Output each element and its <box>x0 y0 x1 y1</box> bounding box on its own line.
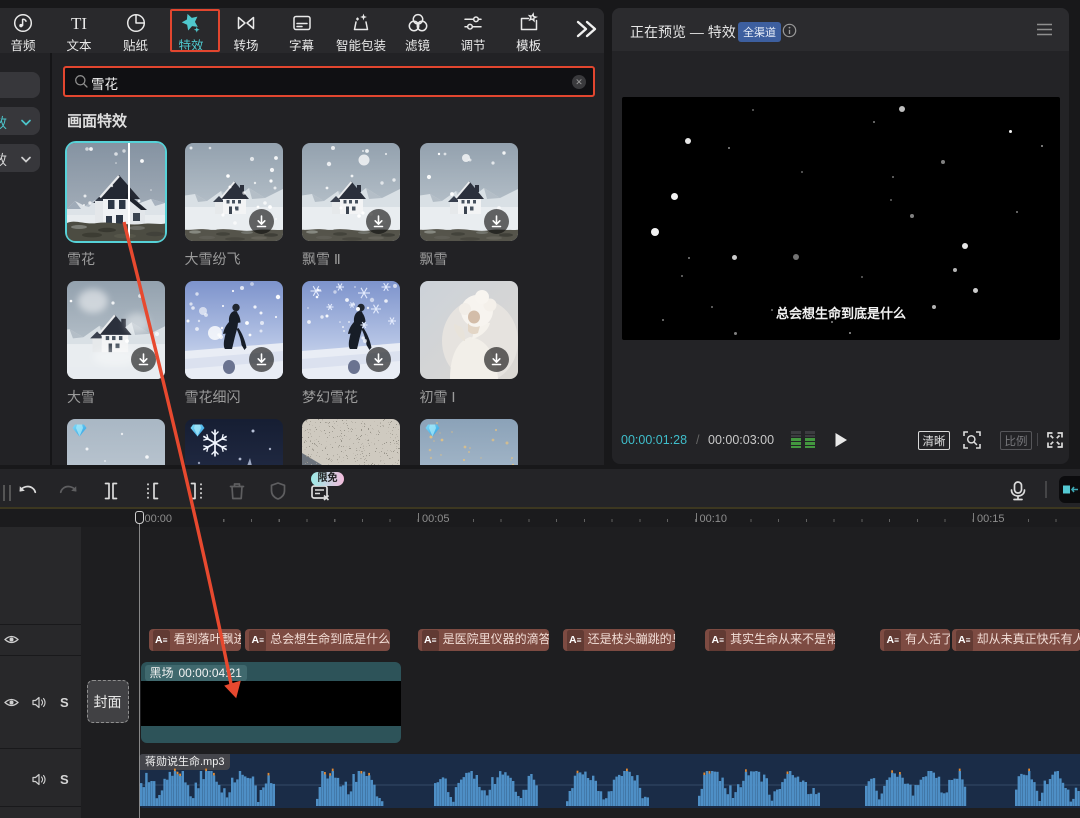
svg-text:TI: TI <box>71 14 87 33</box>
